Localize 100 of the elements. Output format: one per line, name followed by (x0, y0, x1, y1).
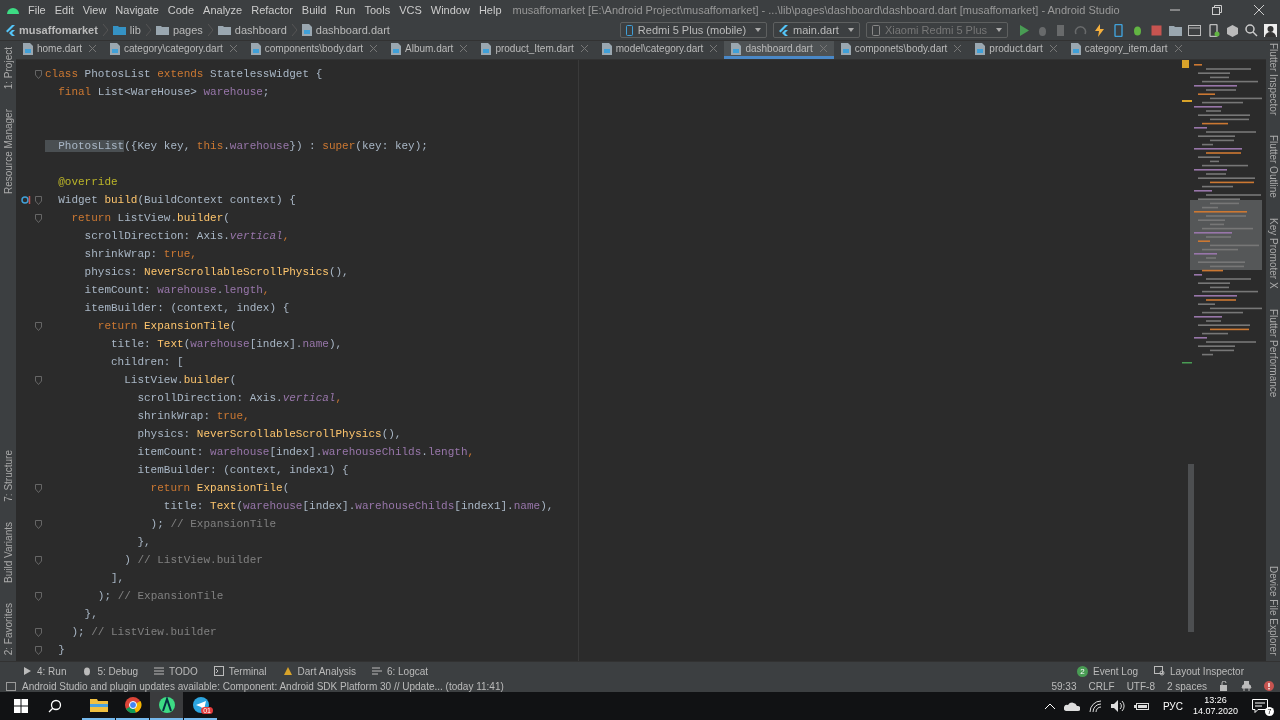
restore-icon[interactable] (1212, 5, 1222, 15)
editor-tab[interactable]: Album.dart (384, 41, 475, 59)
fold-marker-icon[interactable] (35, 519, 42, 529)
inspector-icon (1154, 666, 1166, 676)
tool-window-button[interactable]: 6: Logcat (371, 665, 429, 677)
phone-icon[interactable] (1112, 23, 1125, 37)
menu-item[interactable]: Help (478, 4, 502, 16)
close-icon[interactable] (1254, 5, 1264, 15)
editor-tab[interactable]: category_item.dart (1063, 41, 1189, 59)
input-language[interactable]: РУС (1162, 700, 1183, 712)
tool-window-button[interactable]: TODO (154, 665, 198, 677)
lock-icon[interactable] (1219, 681, 1229, 691)
breadcrumb[interactable]: lib (129, 24, 141, 36)
menu-item[interactable]: VCS (399, 4, 422, 16)
status-item[interactable]: UTF-8 (1126, 680, 1155, 692)
window-icon[interactable] (6, 681, 16, 691)
scrollbar-thumb[interactable] (1188, 464, 1194, 632)
tool-window-tab[interactable]: 1: Project (2, 47, 14, 90)
editor-tab[interactable]: category\category.dart (103, 41, 244, 59)
editor-tab[interactable]: components\body.dart (243, 41, 384, 59)
menu-item[interactable]: Run (335, 4, 356, 16)
menu-item[interactable]: Code (167, 4, 195, 16)
cloud-icon[interactable] (1063, 701, 1080, 711)
menu-item[interactable]: Navigate (115, 4, 159, 16)
menu-item[interactable]: File (28, 4, 46, 16)
bug-icon (82, 666, 93, 676)
status-item[interactable]: 2 spaces (1166, 680, 1207, 692)
breadcrumb[interactable]: pages (172, 24, 203, 36)
status-item[interactable]: 59:33 (1051, 680, 1077, 692)
tool-window-tab[interactable]: Flutter Outline (1267, 135, 1279, 199)
fold-marker-icon[interactable] (35, 645, 42, 655)
windows-start-icon[interactable] (14, 699, 28, 713)
lightning-icon[interactable] (1093, 23, 1106, 37)
error-icon[interactable] (1264, 681, 1274, 691)
clock[interactable]: 13:26 14.07.2020 (1192, 695, 1238, 717)
breadcrumb[interactable]: musaffomarket (19, 24, 98, 36)
editor-tab[interactable]: product_Item.dart (474, 41, 595, 59)
folder-icon (155, 25, 169, 35)
browser-icon (122, 696, 143, 714)
fold-marker-icon[interactable] (35, 195, 42, 205)
tool-window-button[interactable]: 4: Run (22, 665, 67, 677)
menu-item[interactable]: Build (301, 4, 327, 16)
editor-tab[interactable]: home.dart (16, 41, 104, 59)
menu-item[interactable]: Refactor (251, 4, 293, 16)
tool-window-button[interactable]: Terminal (213, 665, 267, 677)
editor-tab[interactable]: dashboard.dart (724, 41, 834, 59)
fold-marker-icon[interactable] (35, 591, 42, 601)
window-icon[interactable] (1188, 23, 1201, 37)
status-item[interactable]: CRLF (1088, 680, 1115, 692)
fold-marker-icon[interactable] (35, 321, 42, 331)
tool-window-tab[interactable]: Resource Manager (2, 109, 14, 195)
search-icon[interactable] (1245, 23, 1258, 37)
fold-marker-icon[interactable] (35, 69, 42, 79)
menu-item[interactable]: Tools (364, 4, 391, 16)
phone-icon[interactable] (1207, 23, 1220, 37)
editor-tab[interactable]: product.dart (968, 41, 1064, 59)
editor-tab[interactable]: model\category.dart (594, 41, 725, 59)
tool-window-tab[interactable]: Flutter Performance (1267, 308, 1279, 398)
studio-app-button[interactable] (150, 692, 183, 720)
editor-tab[interactable]: componets\body.dart (833, 41, 969, 59)
user-icon[interactable] (1264, 23, 1277, 37)
tool-window-tab[interactable]: 7: Structure (2, 450, 14, 502)
config-dropdown[interactable]: main.dart (773, 22, 860, 38)
menu-item[interactable]: Window (430, 4, 470, 16)
studio-icon (156, 696, 177, 714)
stop-icon[interactable] (1150, 23, 1163, 37)
tool-window-tab[interactable]: Flutter Inspector (1267, 43, 1279, 116)
tool-window-button[interactable]: 2 Event Log (1077, 665, 1139, 677)
tool-window-tab[interactable]: Device File Explorer (1267, 565, 1279, 655)
tool-window-button[interactable]: Dart Analysis (282, 665, 356, 677)
search-icon[interactable] (48, 699, 62, 713)
menu-item[interactable]: Analyze (203, 4, 243, 16)
fold-marker-icon[interactable] (35, 213, 42, 223)
battery-icon[interactable] (1133, 701, 1150, 711)
fold-marker-icon[interactable] (35, 627, 42, 637)
tool-window-tab[interactable]: Build Variants (2, 521, 14, 583)
status-message[interactable]: Android Studio and plugin updates available: Component: Android SDK Platform 30 // Update... (today 11:41) (22, 680, 504, 692)
fold-marker-icon[interactable] (35, 555, 42, 565)
run-icon[interactable] (1017, 23, 1030, 37)
fold-marker-icon[interactable] (35, 375, 42, 385)
chevron-up-icon[interactable] (1044, 703, 1055, 709)
wifi-icon[interactable] (1088, 700, 1102, 712)
tool-window-button[interactable]: Layout Inspector (1154, 665, 1244, 677)
menu-item[interactable]: View (82, 4, 107, 16)
override-marker-icon[interactable] (21, 194, 31, 206)
menu-item[interactable]: Edit (54, 4, 74, 16)
breadcrumb[interactable]: dashboard (234, 24, 287, 36)
device-dropdown[interactable]: Redmi 5 Plus (mobile) (619, 22, 768, 38)
cube-icon[interactable] (1226, 23, 1239, 37)
folder-icon[interactable] (1169, 23, 1182, 37)
breadcrumb[interactable]: dashboard.dart (315, 24, 390, 36)
inspector-icon[interactable] (1241, 681, 1252, 691)
code-line: } (57, 643, 65, 658)
speaker-icon[interactable] (1110, 700, 1125, 712)
fold-marker-icon[interactable] (35, 483, 42, 493)
dart-file-icon (1070, 42, 1081, 55)
notifications-icon[interactable] (1252, 699, 1268, 713)
tool-window-tab[interactable]: 2: Favorites (2, 602, 14, 655)
tool-window-button[interactable]: 5: Debug (82, 665, 139, 677)
tool-window-tab[interactable]: Key Promoter X (1267, 218, 1279, 289)
